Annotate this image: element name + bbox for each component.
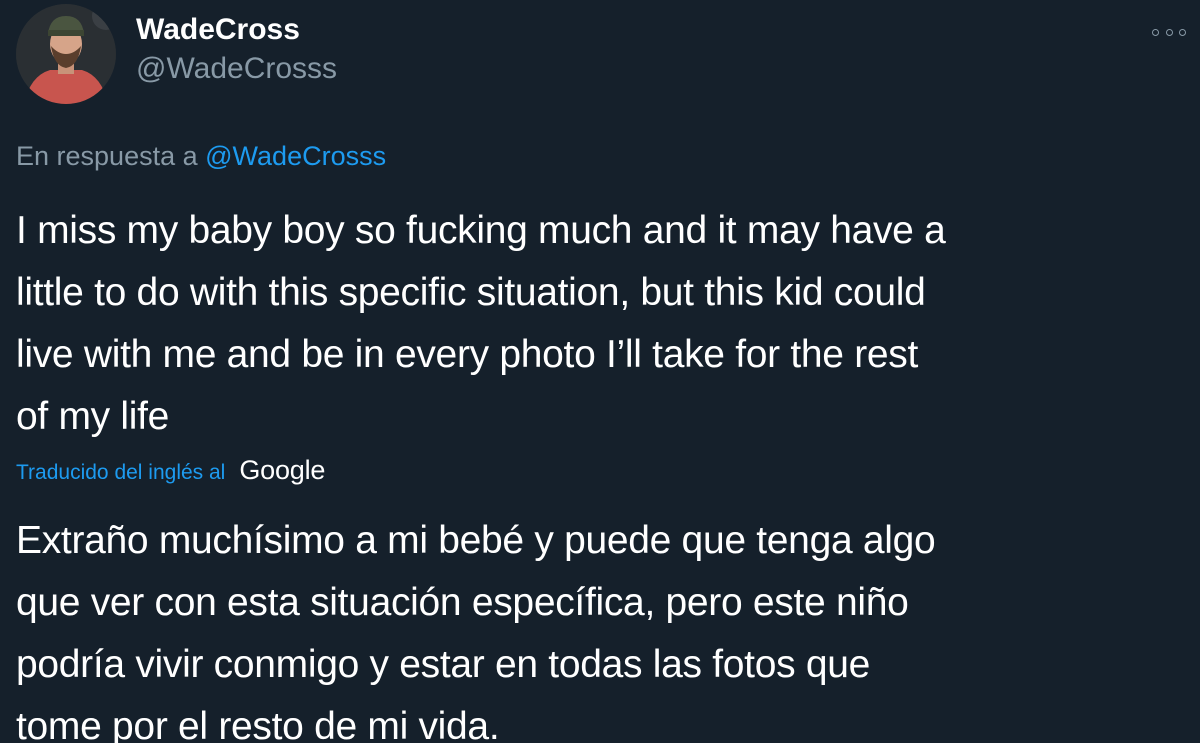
display-name[interactable]: WadeCross — [136, 11, 300, 49]
avatar[interactable] — [16, 4, 116, 104]
tweet-body-line: little to do with this specific situatio… — [16, 271, 926, 314]
user-handle[interactable]: @WadeCrosss — [136, 50, 337, 88]
translated-body-line: podría vivir conmigo y estar en todas la… — [16, 643, 870, 686]
translated-body: Extraño muchísimo a mi bebé y puede que … — [16, 510, 1191, 743]
tweet-body-line: I miss my baby boy so fucking much and i… — [16, 209, 946, 252]
reply-prefix: En respuesta a — [16, 141, 198, 171]
dot — [1179, 28, 1186, 36]
tweet-body: I miss my baby boy so fucking much and i… — [16, 200, 1191, 448]
dot — [1152, 28, 1159, 36]
dot — [1165, 28, 1173, 36]
reply-context: En respuesta a @WadeCrosss — [16, 138, 386, 174]
more-options-icon[interactable] — [1152, 22, 1186, 42]
translated-body-line: tome por el resto de mi vida. — [16, 705, 500, 743]
google-logo: Google — [239, 455, 326, 485]
tweet-body-line: live with me and be in every photo I’ll … — [16, 333, 919, 376]
reply-mention-link[interactable]: @WadeCrosss — [205, 141, 386, 171]
translated-from-link[interactable]: Traducido del inglés al — [16, 456, 225, 490]
translated-body-line: que ver con esta situación específica, p… — [16, 581, 909, 624]
tweet: WadeCross @WadeCrosss En respuesta a @Wa… — [0, 0, 1200, 743]
translated-body-line: Extraño muchísimo a mi bebé y puede que … — [16, 519, 936, 562]
tweet-body-line: of my life — [16, 395, 170, 438]
translation-attribution: Traducido del inglés al Google — [16, 453, 325, 490]
